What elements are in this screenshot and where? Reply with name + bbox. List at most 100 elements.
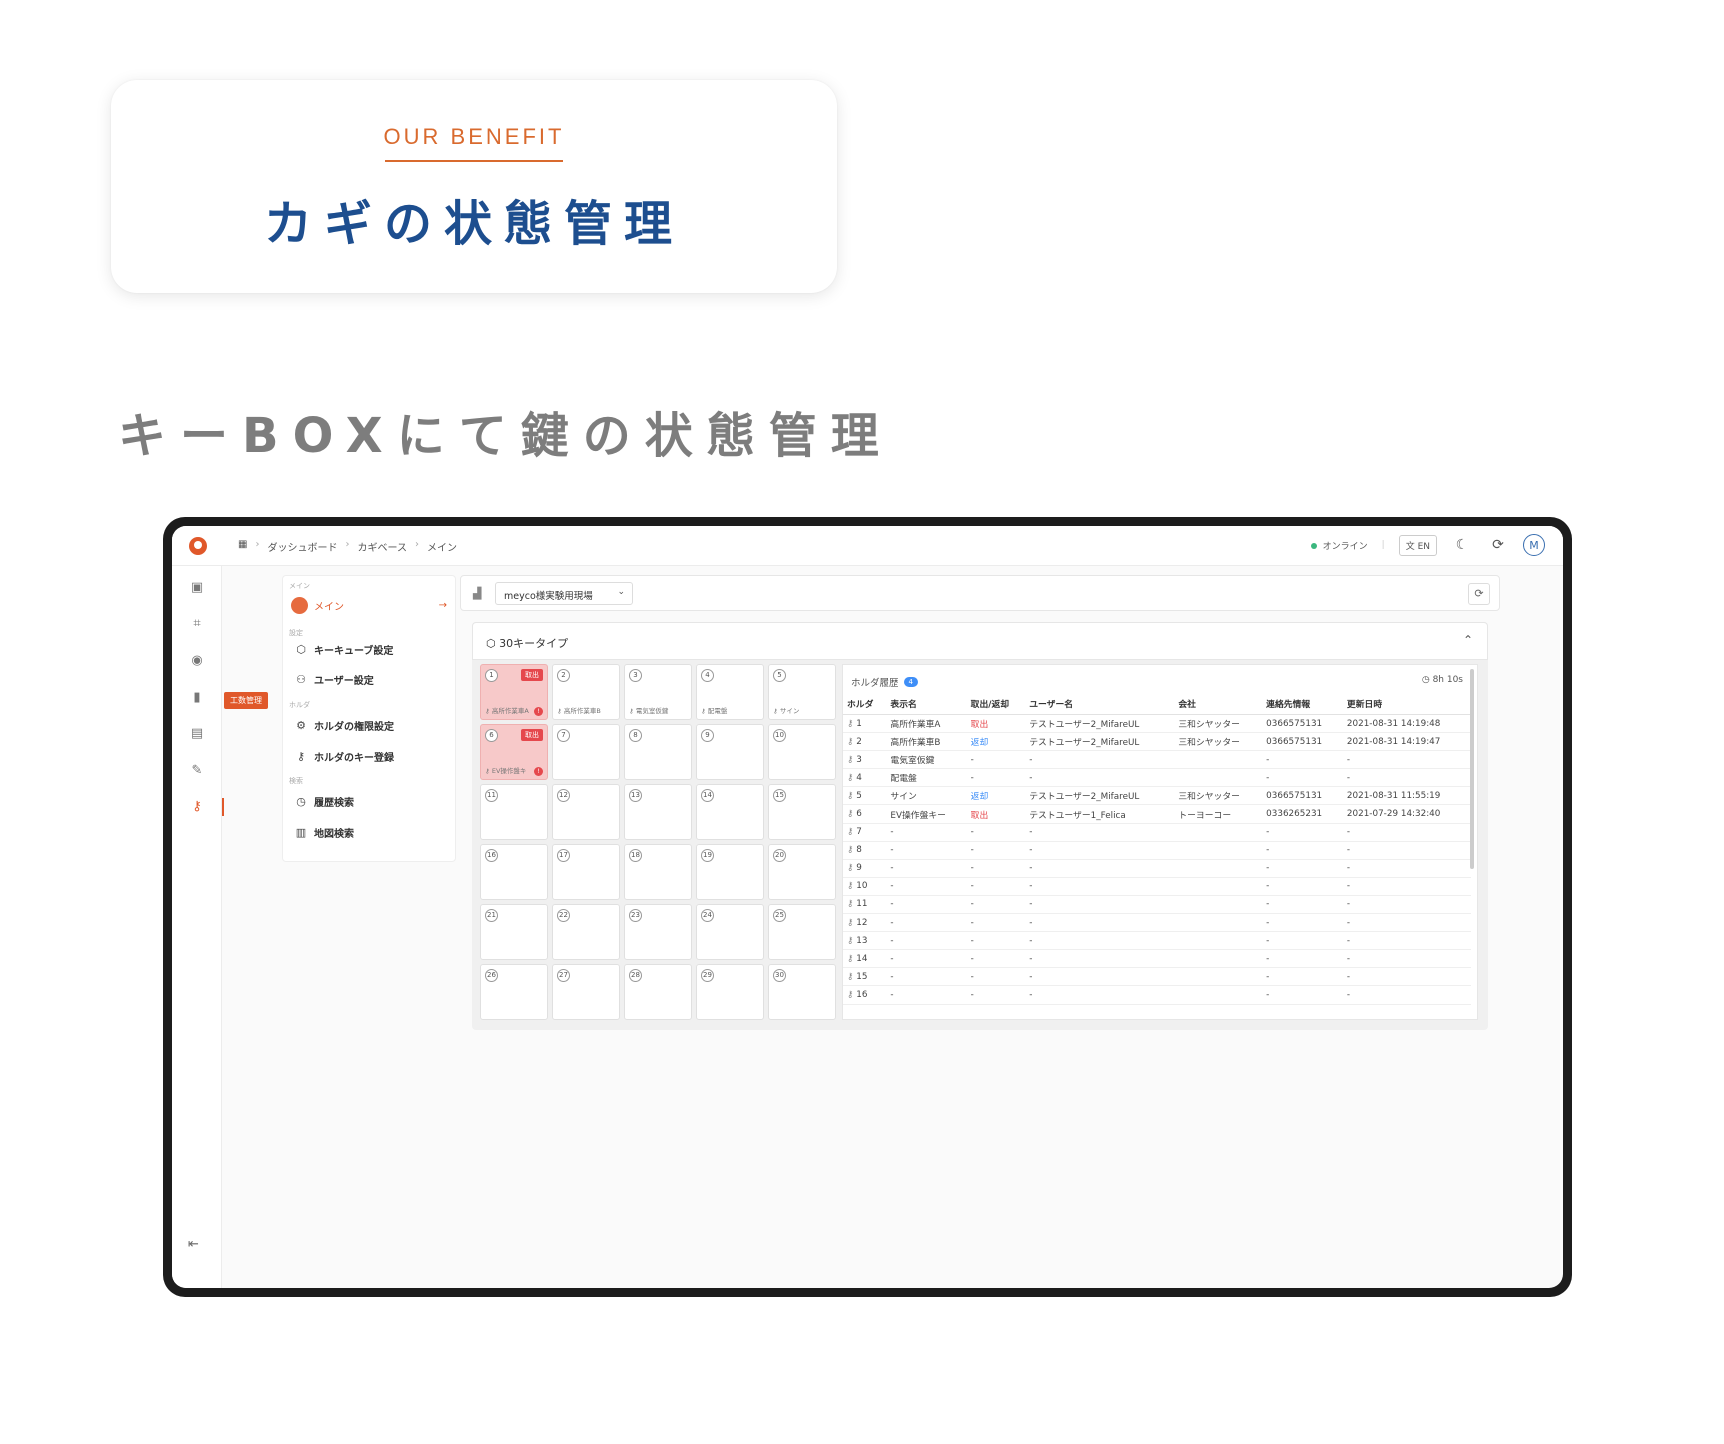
name-cell: - xyxy=(886,823,967,842)
table-row[interactable]: ⚷ 13- - - - - xyxy=(843,931,1471,951)
sync-icon[interactable]: ⟳ xyxy=(1487,534,1509,556)
key-cell[interactable]: 10 xyxy=(768,724,836,780)
key-cell[interactable]: 16 xyxy=(480,844,548,900)
menu-item-history-search[interactable]: ◷ 履歴検索 xyxy=(295,794,354,809)
table-row[interactable]: ⚷ 8----- xyxy=(843,841,1471,860)
site-select[interactable]: meyco様実験用現場 ⌄ xyxy=(495,582,633,605)
table-row[interactable]: ⚷ 15- - - - - xyxy=(843,967,1471,987)
edit-icon[interactable]: ✎ xyxy=(188,762,206,780)
contact-cell: 0336265231 xyxy=(1262,804,1343,824)
table-row[interactable]: ⚷ 11- - - - - xyxy=(843,895,1471,915)
key-cell[interactable]: 5 ⚷ サイン xyxy=(768,664,836,720)
table-row[interactable]: ⚷ 5 サイン 返却 テストユーザー2_MifareUL 三和シヤッター 03665751… xyxy=(843,786,1471,806)
key-cell[interactable]: 22 xyxy=(552,904,620,960)
key-cell[interactable]: 17 xyxy=(552,844,620,900)
key-cell[interactable]: 19 xyxy=(696,844,764,900)
menu-item-map-search[interactable]: ▥ 地図検索 xyxy=(295,825,354,840)
table-row[interactable]: ⚷ 3 電気室仮鍵 - - - - xyxy=(843,750,1471,770)
scrollbar[interactable] xyxy=(1470,669,1474,869)
key-cell[interactable]: 23 xyxy=(624,904,692,960)
table-row[interactable]: ⚷ 7----- xyxy=(843,823,1471,842)
key-cell[interactable]: 27 xyxy=(552,964,620,1020)
key-cell[interactable]: 14 xyxy=(696,784,764,840)
key-cell[interactable]: 12 xyxy=(552,784,620,840)
name-cell: 高所作業車A xyxy=(886,714,967,734)
column-header[interactable]: ユーザー名 xyxy=(1025,693,1175,715)
breadcrumb-item[interactable]: ダッシュボード xyxy=(267,539,337,554)
holder-cell: ⚷ 9 xyxy=(843,859,887,878)
menu-item-main[interactable]: メイン xyxy=(291,597,344,614)
company-cell xyxy=(1174,841,1263,860)
building-icon: ▟ xyxy=(473,587,482,600)
table-row[interactable]: ⚷ 16- - - - - xyxy=(843,985,1471,1005)
key-cell[interactable]: 30 xyxy=(768,964,836,1020)
table-row[interactable]: ⚷ 6 EV操作盤キー 取出 テストユーザー1_Felica トーヨーコー 0336265… xyxy=(843,804,1471,824)
column-header[interactable]: 更新日時 xyxy=(1342,693,1471,715)
key-cell[interactable]: 2 ⚷ 高所作業車B xyxy=(552,664,620,720)
contact-cell: - xyxy=(1262,931,1343,951)
language-button[interactable]: ⽂ EN xyxy=(1398,534,1437,556)
breadcrumb-item[interactable]: メイン xyxy=(427,539,457,554)
breadcrumb-item[interactable]: カギベース xyxy=(357,539,407,554)
section-subtitle: キーBOXにて鍵の状態管理 xyxy=(118,408,893,464)
table-row[interactable]: ⚷ 1 高所作業車A 取出 テストユーザー2_MifareUL 三和シヤッター 03665… xyxy=(843,714,1471,734)
arrow-right-icon[interactable]: → xyxy=(439,600,447,611)
key-label: ⚷ サイン xyxy=(773,705,799,715)
status-cell: - xyxy=(966,931,1026,951)
dashboard-icon[interactable]: ▣ xyxy=(188,579,206,597)
menu-item-user-settings[interactable]: ⚇ ユーザー設定 xyxy=(295,672,374,687)
key-icon[interactable]: ⚷ xyxy=(188,798,206,816)
table-row[interactable]: ⚷ 2 高所作業車B 返却 テストユーザー2_MifareUL 三和シヤッター 03665… xyxy=(843,732,1471,752)
avatar[interactable]: M xyxy=(1523,534,1545,556)
key-cell[interactable]: 21 xyxy=(480,904,548,960)
key-cell[interactable]: 9 xyxy=(696,724,764,780)
menu-item-holder-permissions[interactable]: ⚙ ホルダの権限設定 xyxy=(295,718,394,733)
table-row[interactable]: ⚷ 10- - - - - xyxy=(843,877,1471,896)
online-status: オンライン xyxy=(1310,539,1368,552)
refresh-button[interactable]: ⟳ xyxy=(1468,583,1490,605)
menu-item-holder-key-registration[interactable]: ⚷ ホルダのキー登録 xyxy=(295,749,394,764)
key-cell[interactable]: 1 取出 ⚷ 高所作業車A! xyxy=(480,664,548,720)
archive-icon[interactable]: ▤ xyxy=(188,725,206,743)
key-cell[interactable]: 25 xyxy=(768,904,836,960)
column-header[interactable]: 取出/返却 xyxy=(966,693,1026,715)
name-cell: - xyxy=(886,895,967,915)
menu-item-key-cube-settings[interactable]: ⬡ キーキューブ設定 xyxy=(295,642,393,657)
key-cell[interactable]: 28 xyxy=(624,964,692,1020)
column-header[interactable]: ホルダ xyxy=(843,693,887,715)
key-cell[interactable]: 24 xyxy=(696,904,764,960)
key-cell[interactable]: 13 xyxy=(624,784,692,840)
location-pin-icon[interactable]: ◉ xyxy=(188,652,206,670)
contact-cell: 0366575131 xyxy=(1262,786,1343,806)
column-header[interactable]: 会社 xyxy=(1174,693,1263,715)
scan-icon[interactable]: ⌗ xyxy=(188,615,206,633)
key-cell[interactable]: 6 取出 ⚷ EV操作盤キ! xyxy=(480,724,548,780)
status-cell: - xyxy=(966,913,1026,933)
holder-number: 16 xyxy=(856,989,868,1000)
chevron-up-icon[interactable]: ⌃ xyxy=(1463,633,1473,647)
key-cell[interactable]: 7 xyxy=(552,724,620,780)
key-cell[interactable]: 11 xyxy=(480,784,548,840)
key-cell[interactable]: 29 xyxy=(696,964,764,1020)
key-number: 3 xyxy=(629,669,642,682)
bar-chart-icon[interactable]: ▮ xyxy=(188,689,206,707)
dark-mode-icon[interactable]: ☾ xyxy=(1451,534,1473,556)
column-header[interactable]: 表示名 xyxy=(886,693,967,715)
logo-icon[interactable] xyxy=(189,537,207,555)
key-cell[interactable]: 8 xyxy=(624,724,692,780)
key-cell[interactable]: 18 xyxy=(624,844,692,900)
key-cell[interactable]: 20 xyxy=(768,844,836,900)
rail-active-indicator xyxy=(222,798,224,816)
key-cell[interactable]: 3 ⚷ 電気室仮鍵 xyxy=(624,664,692,720)
grid-icon[interactable]: ▦ xyxy=(238,539,247,554)
key-cell[interactable]: 15 xyxy=(768,784,836,840)
key-cell[interactable]: 4 ⚷ 配電盤 xyxy=(696,664,764,720)
column-header[interactable]: 連絡先情報 xyxy=(1262,693,1343,715)
table-row[interactable]: ⚷ 9----- xyxy=(843,859,1471,878)
company-cell xyxy=(1174,877,1263,896)
logout-icon[interactable]: ⇤ xyxy=(188,1237,199,1252)
key-cell[interactable]: 26 xyxy=(480,964,548,1020)
table-row[interactable]: ⚷ 4 配電盤 - - - - xyxy=(843,768,1471,788)
table-row[interactable]: ⚷ 12- - - - - xyxy=(843,913,1471,933)
table-row[interactable]: ⚷ 14- - - - - xyxy=(843,949,1471,969)
